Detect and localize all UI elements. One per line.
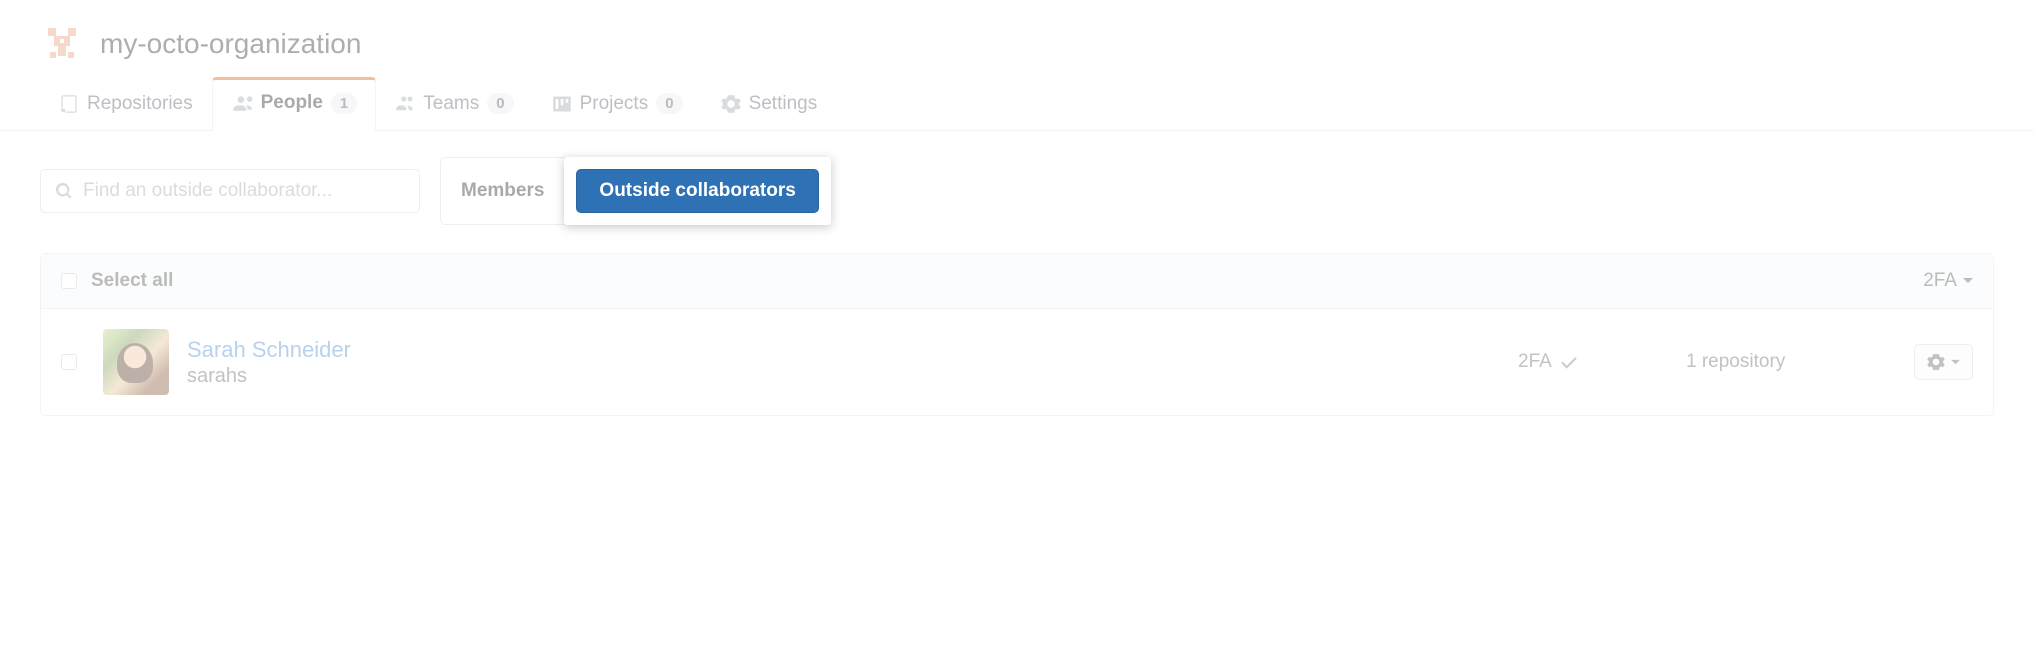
user-login: sarahs <box>187 365 1500 388</box>
project-icon <box>552 94 572 114</box>
tab-projects[interactable]: Projects 0 <box>533 78 702 131</box>
tab-label: People <box>261 92 323 114</box>
check-icon <box>1560 355 1578 369</box>
tab-count: 1 <box>331 93 357 114</box>
select-all-label: Select all <box>91 270 173 292</box>
repo-count: 1 repository <box>1686 351 1896 373</box>
tab-people[interactable]: People 1 <box>212 77 377 131</box>
tab-label: Projects <box>580 93 649 115</box>
org-tabs: Repositories People 1 Teams 0 Projects 0 <box>0 76 2034 131</box>
caret-down-icon <box>1963 277 1973 285</box>
filter-2fa-dropdown[interactable]: 2FA <box>1923 270 1973 292</box>
search-input-wrap[interactable] <box>40 169 420 213</box>
repo-icon <box>59 94 79 114</box>
row-checkbox[interactable] <box>61 354 77 370</box>
team-icon <box>395 94 415 114</box>
gear-icon <box>1927 353 1945 371</box>
status-2fa: 2FA <box>1518 351 1668 373</box>
outside-collaborators-button[interactable]: Outside collaborators <box>576 169 818 213</box>
org-avatar-icon <box>40 22 84 66</box>
outside-collaborators-highlight: Outside collaborators <box>564 157 830 225</box>
tab-label: Teams <box>423 93 479 115</box>
search-icon <box>55 182 73 200</box>
user-name-link[interactable]: Sarah Schneider <box>187 337 1500 363</box>
people-icon <box>231 93 253 113</box>
filter-2fa-label: 2FA <box>1923 270 1957 292</box>
tab-settings[interactable]: Settings <box>702 78 837 131</box>
search-input[interactable] <box>83 180 405 202</box>
tab-repositories[interactable]: Repositories <box>40 78 212 131</box>
people-subbar: Members Outside collaborators <box>0 131 2034 235</box>
members-button[interactable]: Members <box>440 157 565 225</box>
avatar[interactable] <box>103 329 169 395</box>
collaborators-list: Select all 2FA Sarah Schneider sarahs 2F… <box>40 253 1994 416</box>
caret-down-icon <box>1951 359 1960 366</box>
tab-teams[interactable]: Teams 0 <box>376 78 532 131</box>
row-settings-button[interactable] <box>1914 344 1973 380</box>
tab-count: 0 <box>656 93 682 114</box>
org-name[interactable]: my-octo-organization <box>100 28 361 60</box>
list-item: Sarah Schneider sarahs 2FA 1 repository <box>41 309 1993 415</box>
tab-count: 0 <box>487 93 513 114</box>
tab-label: Settings <box>749 93 818 115</box>
list-header: Select all 2FA <box>41 254 1993 309</box>
tab-label: Repositories <box>87 93 193 115</box>
select-all-checkbox[interactable] <box>61 273 77 289</box>
org-header: my-octo-organization <box>0 0 2034 76</box>
people-type-toggle: Members Outside collaborators <box>440 157 831 225</box>
gear-icon <box>721 94 741 114</box>
